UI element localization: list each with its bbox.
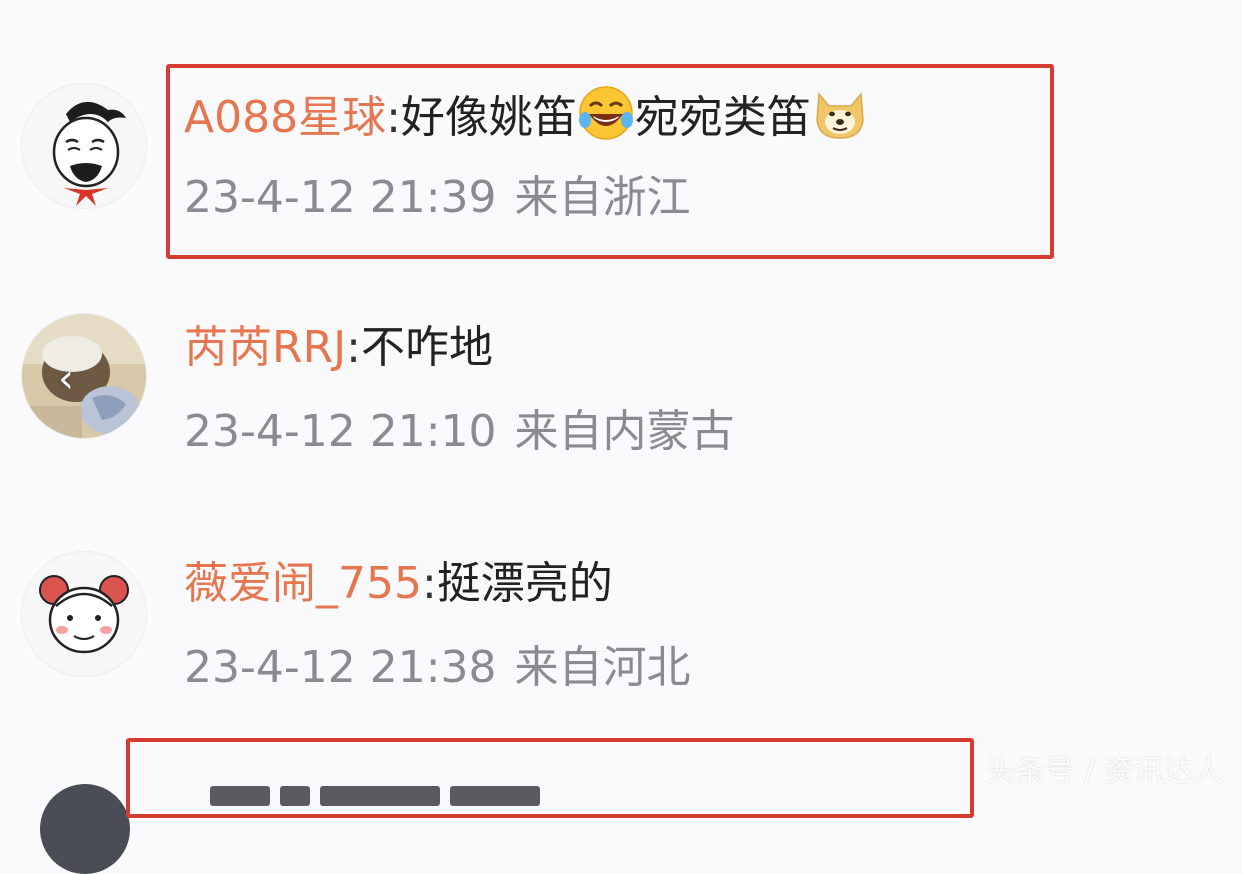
comment-text-part: 挺漂亮的	[436, 558, 613, 609]
comment-location: 来自河北	[514, 642, 691, 693]
highlight-box	[166, 64, 1054, 259]
comment-time: 23-4-12 21:38	[184, 642, 497, 693]
comment-meta: 23-4-12 21:38 来自河北	[184, 640, 691, 696]
separator: :	[421, 558, 437, 609]
comment-list: A088星球:好像姚笛 宛宛类笛 23-4-12 21:39 来自浙江 芮芮RR…	[0, 0, 1242, 874]
avatar[interactable]	[40, 784, 130, 874]
comment-item: 芮芮RRJ:不咋地 23-4-12 21:10 来自内蒙古	[0, 300, 1242, 500]
username-link[interactable]: 芮芮RRJ	[184, 322, 346, 373]
highlight-box	[126, 738, 974, 818]
comment-meta: 23-4-12 21:10 来自内蒙古	[184, 404, 735, 460]
ancient-scholar-avatar-icon	[22, 84, 146, 208]
comment-text: 芮芮RRJ:不咋地	[184, 320, 493, 376]
comment-text: 薇爱闹_755:挺漂亮的	[184, 556, 613, 612]
username-link[interactable]: 薇爱闹_755	[184, 558, 422, 609]
watermark: 头条号 / 资讯达人	[984, 754, 1224, 789]
separator: :	[346, 322, 361, 373]
comment-time: 23-4-12 21:10	[184, 406, 497, 457]
avatar[interactable]	[22, 84, 146, 208]
comment-location: 来自内蒙古	[514, 406, 735, 457]
previous-arrow-icon[interactable]: ‹	[36, 356, 96, 402]
comment-item: 薇爱闹_755:挺漂亮的 23-4-12 21:38 来自河北	[0, 540, 1242, 740]
cartoon-girl-avatar-icon	[22, 552, 146, 676]
avatar[interactable]	[22, 552, 146, 676]
comment-text-part: 不咋地	[360, 322, 493, 373]
